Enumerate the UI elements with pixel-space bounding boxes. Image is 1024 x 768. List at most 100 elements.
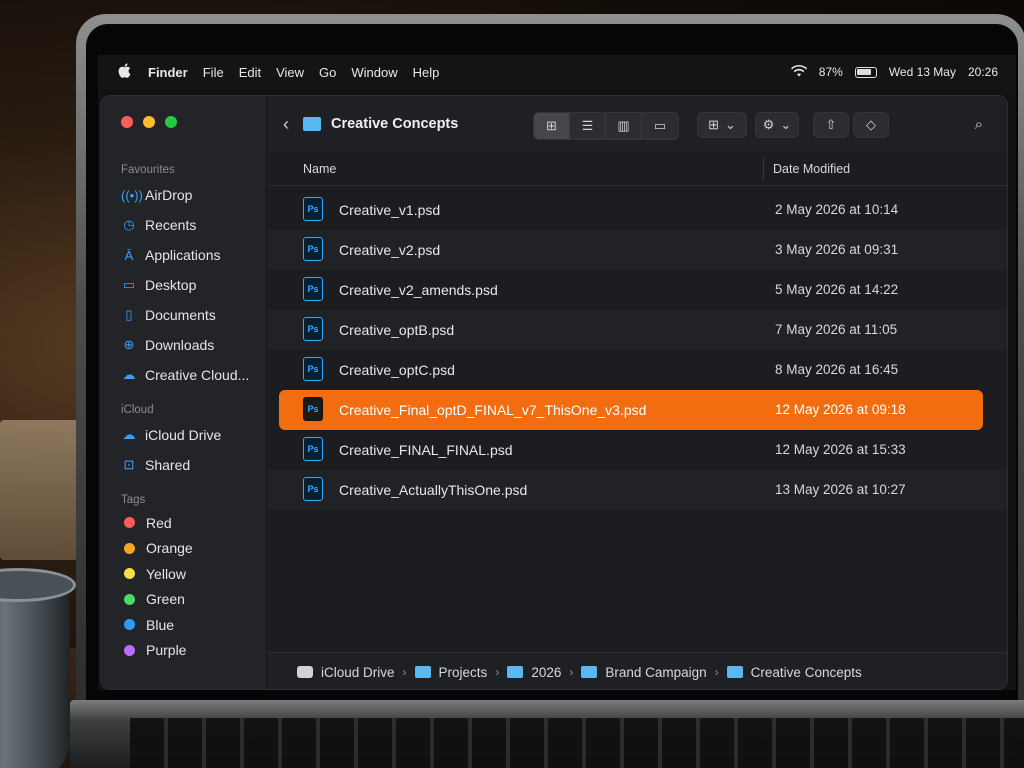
sidebar-item-airdrop[interactable]: ((•)) AirDrop bbox=[101, 180, 267, 210]
sidebar-item-label: iCloud Drive bbox=[145, 427, 222, 443]
minimize-button[interactable] bbox=[143, 116, 155, 128]
sidebar-item-icloud-drive[interactable]: ☁ iCloud Drive bbox=[101, 420, 267, 450]
close-button[interactable] bbox=[121, 116, 133, 128]
chevron-down-icon: ⌄ bbox=[725, 117, 736, 132]
file-row[interactable]: Ps Creative_optB.psd 7 May 2026 at 11:05 bbox=[267, 310, 1007, 350]
tag-color-dot bbox=[124, 568, 135, 580]
sidebar-tag-purple[interactable]: Purple bbox=[101, 638, 267, 664]
file-name: Creative_FINAL_FINAL.psd bbox=[339, 442, 513, 458]
sidebar-tag-orange[interactable]: Orange bbox=[101, 536, 267, 562]
file-row[interactable]: Ps Creative_FINAL_FINAL.psd 12 May 2026 … bbox=[267, 430, 1007, 470]
back-chevron-icon[interactable]: ‹ bbox=[283, 114, 289, 135]
document-icon: ▯ bbox=[125, 307, 133, 322]
file-date: 3 May 2026 at 09:31 bbox=[775, 242, 899, 257]
sidebar-item-label: Creative Cloud... bbox=[145, 367, 250, 383]
file-row[interactable]: Ps Creative_optC.psd 8 May 2026 at 16:45 bbox=[267, 350, 1007, 390]
battery-percent: 87% bbox=[818, 65, 843, 79]
file-row[interactable]: Ps Creative_Final_optD_FINAL_v7_ThisOne_… bbox=[279, 390, 983, 430]
file-date: 13 May 2026 at 10:27 bbox=[775, 482, 906, 497]
menu-bar: Finder File Edit View Go Window Help 87%… bbox=[98, 55, 1016, 89]
creative-cloud-icon: ☁ bbox=[122, 367, 136, 382]
tag-color-dot bbox=[124, 593, 135, 605]
applications-icon: Ā bbox=[124, 247, 134, 263]
column-view-button[interactable]: ▥ bbox=[606, 113, 642, 139]
path-segment[interactable]: Projects bbox=[439, 665, 488, 680]
sidebar-item-label: Yellow bbox=[146, 565, 186, 582]
folder-icon bbox=[303, 117, 321, 131]
sidebar-item-shared[interactable]: ⊡ Shared bbox=[101, 450, 267, 480]
wifi-icon[interactable] bbox=[790, 64, 807, 80]
column-date-header[interactable]: Date Modified bbox=[773, 162, 850, 176]
group-by-button[interactable]: ⊞ ⌄ bbox=[697, 112, 747, 138]
photoshop-file-icon: Ps bbox=[303, 277, 323, 301]
tag-color-dot bbox=[124, 542, 135, 554]
search-icon[interactable]: ⌕ bbox=[975, 116, 983, 133]
grid-icon: ⊞ bbox=[708, 117, 719, 132]
gallery-view-button[interactable]: ▭ bbox=[642, 113, 678, 139]
path-segment[interactable]: iCloud Drive bbox=[321, 665, 395, 680]
sidebar-tag-yellow[interactable]: Yellow bbox=[101, 561, 267, 587]
tag-button[interactable]: ◇ bbox=[853, 112, 889, 138]
path-segment[interactable]: Brand Campaign bbox=[605, 665, 706, 680]
drive-icon bbox=[297, 666, 313, 678]
file-date: 8 May 2026 at 16:45 bbox=[775, 362, 899, 377]
path-bar: iCloud Drive › Projects › 2026 › Brand C… bbox=[267, 652, 1007, 689]
list-view-button[interactable]: ☰ bbox=[570, 113, 606, 139]
file-name: Creative_optB.psd bbox=[339, 322, 455, 338]
photoshop-file-icon: Ps bbox=[303, 357, 323, 381]
file-row[interactable]: Ps Creative_ActuallyThisOne.psd 13 May 2… bbox=[267, 470, 1007, 510]
tag-color-dot bbox=[124, 517, 135, 529]
airdrop-icon: ((•)) bbox=[121, 187, 143, 203]
sidebar-tag-red[interactable]: Red bbox=[101, 510, 267, 536]
file-row[interactable]: Ps Creative_v2_amends.psd 5 May 2026 at … bbox=[267, 270, 1007, 310]
sidebar-tag-blue[interactable]: Blue bbox=[101, 612, 267, 638]
zoom-button[interactable] bbox=[165, 116, 177, 128]
shared-folder-icon: ⊡ bbox=[123, 457, 135, 472]
column-header: Name Date Modified bbox=[267, 152, 1007, 186]
download-icon: ⊕ bbox=[123, 337, 135, 352]
path-segment[interactable]: Creative Concepts bbox=[751, 665, 862, 680]
menu-edit[interactable]: Edit bbox=[239, 65, 261, 80]
sidebar-item-creative-cloud[interactable]: ☁ Creative Cloud... bbox=[101, 360, 267, 390]
menu-view[interactable]: View bbox=[276, 65, 304, 80]
sidebar-item-recents[interactable]: ◷ Recents bbox=[101, 210, 267, 240]
sidebar-item-label: AirDrop bbox=[145, 187, 193, 203]
menu-window[interactable]: Window bbox=[351, 65, 397, 80]
sidebar-item-downloads[interactable]: ⊕ Downloads bbox=[101, 330, 267, 360]
sidebar-item-label: Blue bbox=[146, 616, 175, 633]
column-divider[interactable] bbox=[763, 158, 764, 180]
menu-help[interactable]: Help bbox=[413, 65, 440, 80]
sidebar-item-documents[interactable]: ▯ Documents bbox=[101, 300, 267, 330]
sidebar-item-label: Desktop bbox=[145, 277, 197, 293]
apple-menu-icon[interactable] bbox=[118, 62, 136, 82]
battery-icon[interactable] bbox=[854, 66, 877, 78]
sidebar-item-label: Shared bbox=[145, 457, 191, 473]
menu-go[interactable]: Go bbox=[319, 65, 336, 80]
share-button[interactable]: ⇧ bbox=[813, 112, 849, 138]
photoshop-file-icon: Ps bbox=[303, 397, 323, 421]
file-row[interactable]: Ps Creative_v2.psd 3 May 2026 at 09:31 bbox=[267, 230, 1007, 270]
chevron-right-icon: › bbox=[714, 665, 719, 679]
menu-date[interactable]: Wed 13 May bbox=[889, 65, 956, 79]
sidebar-item-label: Applications bbox=[145, 247, 221, 263]
sidebar-item-desktop[interactable]: ▭ Desktop bbox=[101, 270, 267, 300]
file-list: Ps Creative_v1.psd 2 May 2026 at 10:14 P… bbox=[267, 190, 1007, 510]
sidebar-item-label: Purple bbox=[146, 642, 187, 659]
path-segment[interactable]: 2026 bbox=[531, 665, 561, 680]
menu-time[interactable]: 20:26 bbox=[968, 65, 998, 79]
column-name-header[interactable]: Name bbox=[303, 162, 336, 176]
clock-icon: ◷ bbox=[123, 217, 135, 232]
share-icon: ⇧ bbox=[825, 117, 837, 132]
menu-file[interactable]: File bbox=[203, 65, 224, 80]
finder-window: Favourites ((•)) AirDrop ◷ Recents Ā App… bbox=[100, 95, 1008, 690]
action-menu-button[interactable]: ⚙ ⌄ bbox=[755, 112, 799, 138]
tag-color-dot bbox=[124, 619, 135, 631]
file-name: Creative_ActuallyThisOne.psd bbox=[339, 482, 528, 498]
sidebar-item-applications[interactable]: Ā Applications bbox=[101, 240, 267, 270]
menu-app-name[interactable]: Finder bbox=[148, 65, 188, 80]
file-row[interactable]: Ps Creative_v1.psd 2 May 2026 at 10:14 bbox=[267, 190, 1007, 230]
sidebar-list: Favourites ((•)) AirDrop ◷ Recents Ā App… bbox=[101, 152, 267, 663]
sidebar-tag-green[interactable]: Green bbox=[101, 587, 267, 613]
icon-view-button[interactable]: ⊞ bbox=[534, 113, 570, 139]
folder-icon bbox=[507, 666, 524, 678]
